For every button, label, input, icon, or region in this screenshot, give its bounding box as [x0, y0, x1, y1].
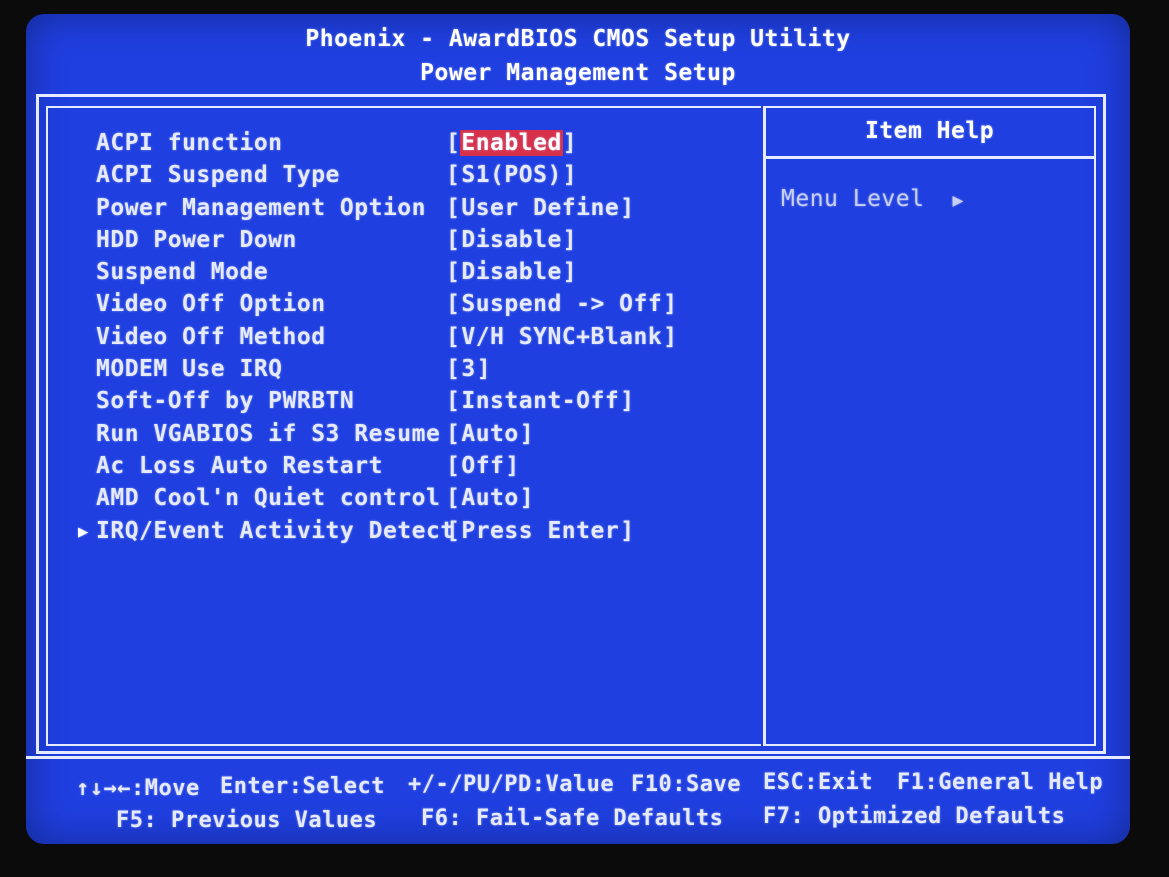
setting-power-management-option[interactable]: Power Management Option [User Define]: [96, 195, 736, 227]
setting-label: IRQ/Event Activity Detect: [96, 517, 455, 544]
page-title: Power Management Setup: [420, 60, 736, 86]
setting-value[interactable]: [User Define]: [446, 195, 635, 221]
setting-label: Power Management Option: [96, 194, 426, 221]
setting-value[interactable]: [Off]: [446, 453, 520, 479]
key-fail-safe-defaults: F6: Fail-Safe Defaults: [421, 806, 724, 831]
setting-value[interactable]: [3]: [446, 356, 491, 382]
setting-value[interactable]: [Disable]: [446, 259, 577, 285]
utility-title: Phoenix - AwardBIOS CMOS Setup Utility: [305, 26, 851, 52]
menu-level-arrow-icon: ▶: [952, 190, 964, 211]
setting-suspend-mode[interactable]: Suspend Mode [Disable]: [96, 259, 736, 291]
help-divider: [763, 156, 1096, 159]
setting-label: Video Off Method: [96, 323, 326, 350]
setting-label: ACPI function: [96, 130, 283, 156]
setting-value[interactable]: [Suspend -> Off]: [446, 291, 678, 317]
panel-divider: [761, 106, 766, 746]
key-value: +/-/PU/PD:Value: [408, 772, 615, 797]
menu-level: Menu Level ▶: [781, 186, 964, 212]
setting-amd-cool-n-quiet[interactable]: AMD Cool'n Quiet control [Auto]: [96, 485, 736, 517]
setting-modem-use-irq[interactable]: MODEM Use IRQ [3]: [96, 356, 736, 388]
setting-label: Soft-Off by PWRBTN: [96, 388, 355, 415]
key-previous-values: F5: Previous Values: [116, 808, 378, 833]
footer-divider: [26, 756, 1130, 759]
setting-run-vgabios-s3[interactable]: Run VGABIOS if S3 Resume [Auto]: [96, 421, 736, 453]
key-optimized-defaults: F7: Optimized Defaults: [763, 804, 1066, 829]
setting-label: Run VGABIOS if S3 Resume: [96, 420, 441, 447]
bios-screen: Phoenix - AwardBIOS CMOS Setup Utility P…: [26, 14, 1130, 844]
setting-value[interactable]: [V/H SYNC+Blank]: [446, 324, 678, 350]
setting-label: Suspend Mode: [96, 259, 269, 286]
item-help-title: Item Help: [864, 118, 995, 144]
setting-value[interactable]: [Disable]: [446, 227, 577, 253]
key-exit: ESC:Exit: [763, 770, 873, 795]
setting-label: HDD Power Down: [96, 226, 297, 253]
settings-list: ACPI function [Enabled] ACPI Suspend Typ…: [78, 130, 736, 550]
setting-value[interactable]: [Auto]: [446, 485, 534, 511]
setting-hdd-power-down[interactable]: HDD Power Down [Disable]: [96, 227, 736, 259]
setting-value[interactable]: [S1(POS)]: [446, 162, 577, 188]
menu-level-label: Menu Level: [781, 186, 925, 212]
setting-irq-event-activity-detect[interactable]: ▶ IRQ/Event Activity Detect [Press Enter…: [78, 517, 736, 550]
setting-label: ACPI Suspend Type: [96, 162, 340, 189]
setting-acpi-suspend-type[interactable]: ACPI Suspend Type [S1(POS)]: [96, 162, 736, 194]
key-general-help: F1:General Help: [897, 770, 1104, 795]
setting-soft-off-by-pwrbtn[interactable]: Soft-Off by PWRBTN [Instant-Off]: [96, 388, 736, 420]
setting-value[interactable]: [Press Enter]: [446, 518, 635, 544]
submenu-arrow-icon: ▶: [78, 521, 89, 542]
setting-value[interactable]: [Auto]: [446, 421, 534, 447]
key-select: Enter:Select: [220, 774, 385, 799]
setting-ac-loss-auto-restart[interactable]: Ac Loss Auto Restart [Off]: [96, 453, 736, 485]
setting-video-off-option[interactable]: Video Off Option [Suspend -> Off]: [96, 291, 736, 323]
setting-label: Video Off Option: [96, 291, 326, 318]
setting-label: MODEM Use IRQ: [96, 356, 283, 383]
setting-value[interactable]: [Instant-Off]: [446, 388, 635, 414]
key-save: F10:Save: [631, 772, 741, 797]
setting-value[interactable]: [Enabled]: [446, 130, 577, 156]
setting-label: Ac Loss Auto Restart: [96, 452, 383, 479]
setting-video-off-method[interactable]: Video Off Method [V/H SYNC+Blank]: [96, 324, 736, 356]
setting-label: AMD Cool'n Quiet control: [96, 485, 441, 512]
setting-acpi-function[interactable]: ACPI function [Enabled]: [96, 130, 736, 162]
key-move: ↑↓→←:Move: [76, 776, 200, 801]
